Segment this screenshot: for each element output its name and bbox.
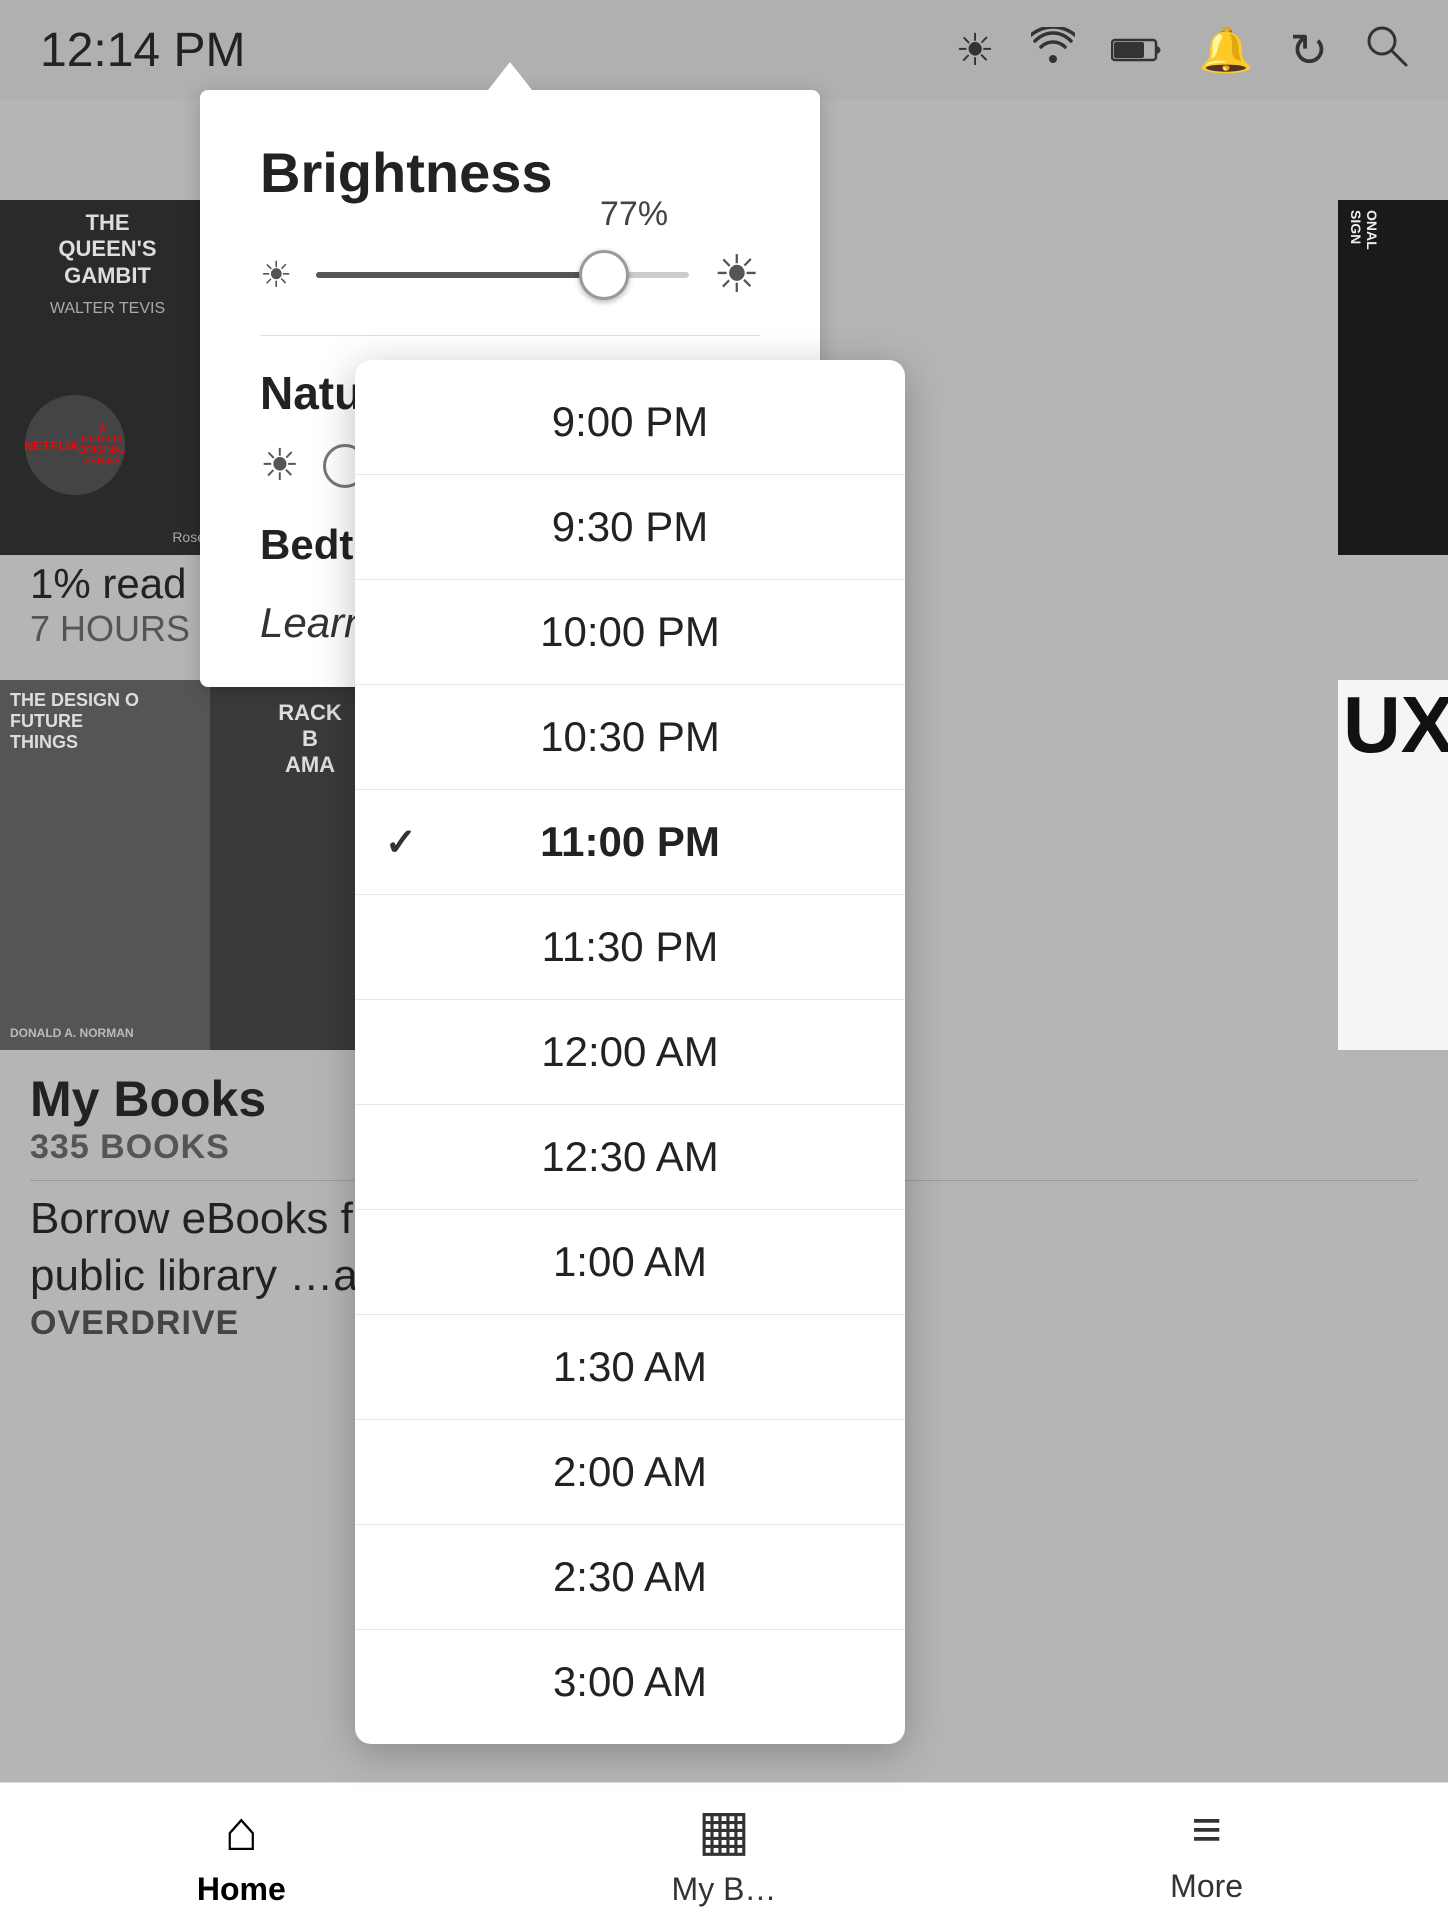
check-icon: ✓ — [385, 820, 417, 865]
time-option-1200am[interactable]: 12:00 AM — [355, 1000, 905, 1105]
search-icon[interactable] — [1364, 23, 1408, 78]
time-label: 12:30 AM — [541, 1133, 718, 1181]
brightness-slider-container: 77% ☀ ☀ — [260, 245, 760, 305]
time-option-1130pm[interactable]: 11:30 PM — [355, 895, 905, 1000]
time-option-900pm[interactable]: 9:00 PM — [355, 370, 905, 475]
my-books-count: 335 BOOKS — [30, 1128, 266, 1167]
wifi-icon — [1031, 27, 1075, 73]
time-option-200am[interactable]: 2:00 AM — [355, 1420, 905, 1525]
status-bar: 12:14 PM ☀ 🔔 ↻ — [0, 0, 1448, 100]
book-emotional-design[interactable]: ONALSIGN — [1338, 200, 1448, 555]
warm-sun-icon: ☀ — [260, 440, 299, 491]
time-option-1100pm[interactable]: ✓ 11:00 PM — [355, 790, 905, 895]
battery-icon — [1111, 25, 1163, 75]
more-icon: ≡ — [1191, 1800, 1221, 1860]
nav-home-label: Home — [197, 1871, 286, 1908]
time-option-930pm[interactable]: 9:30 PM — [355, 475, 905, 580]
status-icons: ☀ 🔔 ↻ — [955, 23, 1408, 78]
sync-icon[interactable]: ↻ — [1289, 23, 1328, 77]
time-option-1230am[interactable]: 12:30 AM — [355, 1105, 905, 1210]
time-label: 10:30 PM — [540, 713, 720, 761]
brightness-percent: 77% — [600, 195, 668, 234]
panel-divider-1 — [260, 335, 760, 336]
time-label: 11:30 PM — [542, 923, 719, 971]
brightness-track[interactable] — [316, 272, 689, 278]
time-option-1030pm[interactable]: 10:30 PM — [355, 685, 905, 790]
mybooks-icon: ▦ — [698, 1797, 751, 1863]
book-queens-gambit[interactable]: THEQUEEN'SGAMBIT WALTER TEVIS NETFLIXA N… — [0, 200, 215, 555]
time-label: 3:00 AM — [553, 1658, 707, 1706]
nav-home[interactable]: ⌂ Home — [2, 1798, 480, 1908]
time-label: 12:00 AM — [541, 1028, 718, 1076]
brightness-thumb[interactable] — [579, 250, 629, 300]
home-icon: ⌂ — [224, 1798, 258, 1863]
sun-large-icon: ☀ — [713, 245, 760, 305]
time-label: 1:00 AM — [553, 1238, 707, 1286]
status-time: 12:14 PM — [40, 23, 245, 78]
time-label: 11:00 PM — [540, 818, 720, 866]
bell-icon[interactable]: 🔔 — [1199, 24, 1254, 76]
book-ux[interactable]: UX — [1338, 680, 1448, 1050]
time-option-1000pm[interactable]: 10:00 PM — [355, 580, 905, 685]
time-option-130am[interactable]: 1:30 AM — [355, 1315, 905, 1420]
my-books-section: My Books 335 BOOKS — [30, 1070, 266, 1167]
time-label: 10:00 PM — [540, 608, 720, 656]
time-option-100am[interactable]: 1:00 AM — [355, 1210, 905, 1315]
brightness-title: Brightness — [260, 140, 760, 205]
nav-mybooks-label: My B… — [672, 1871, 777, 1908]
brightness-fill — [316, 272, 603, 278]
nav-more-label: More — [1170, 1868, 1243, 1905]
my-books-title: My Books — [30, 1070, 266, 1128]
sun-small-icon: ☀ — [260, 254, 292, 296]
slider-row: ☀ ☀ — [260, 245, 760, 305]
time-picker: 9:00 PM 9:30 PM 10:00 PM 10:30 PM ✓ 11:0… — [355, 360, 905, 1744]
brightness-icon[interactable]: ☀ — [955, 25, 994, 76]
nav-mybooks[interactable]: ▦ My B… — [485, 1797, 963, 1908]
time-label: 9:00 PM — [552, 398, 708, 446]
time-label: 9:30 PM — [552, 503, 708, 551]
time-label: 2:00 AM — [553, 1448, 707, 1496]
nav-more[interactable]: ≡ More — [968, 1800, 1446, 1905]
time-option-300am[interactable]: 3:00 AM — [355, 1630, 905, 1734]
time-label: 2:30 AM — [553, 1553, 707, 1601]
time-label: 1:30 AM — [553, 1343, 707, 1391]
book-design-future[interactable]: THE DESIGN OFUTURETHINGS DONALD A. NORMA… — [0, 680, 210, 1050]
bottom-nav: ⌂ Home ▦ My B… ≡ More — [0, 1782, 1448, 1922]
time-option-230am[interactable]: 2:30 AM — [355, 1525, 905, 1630]
